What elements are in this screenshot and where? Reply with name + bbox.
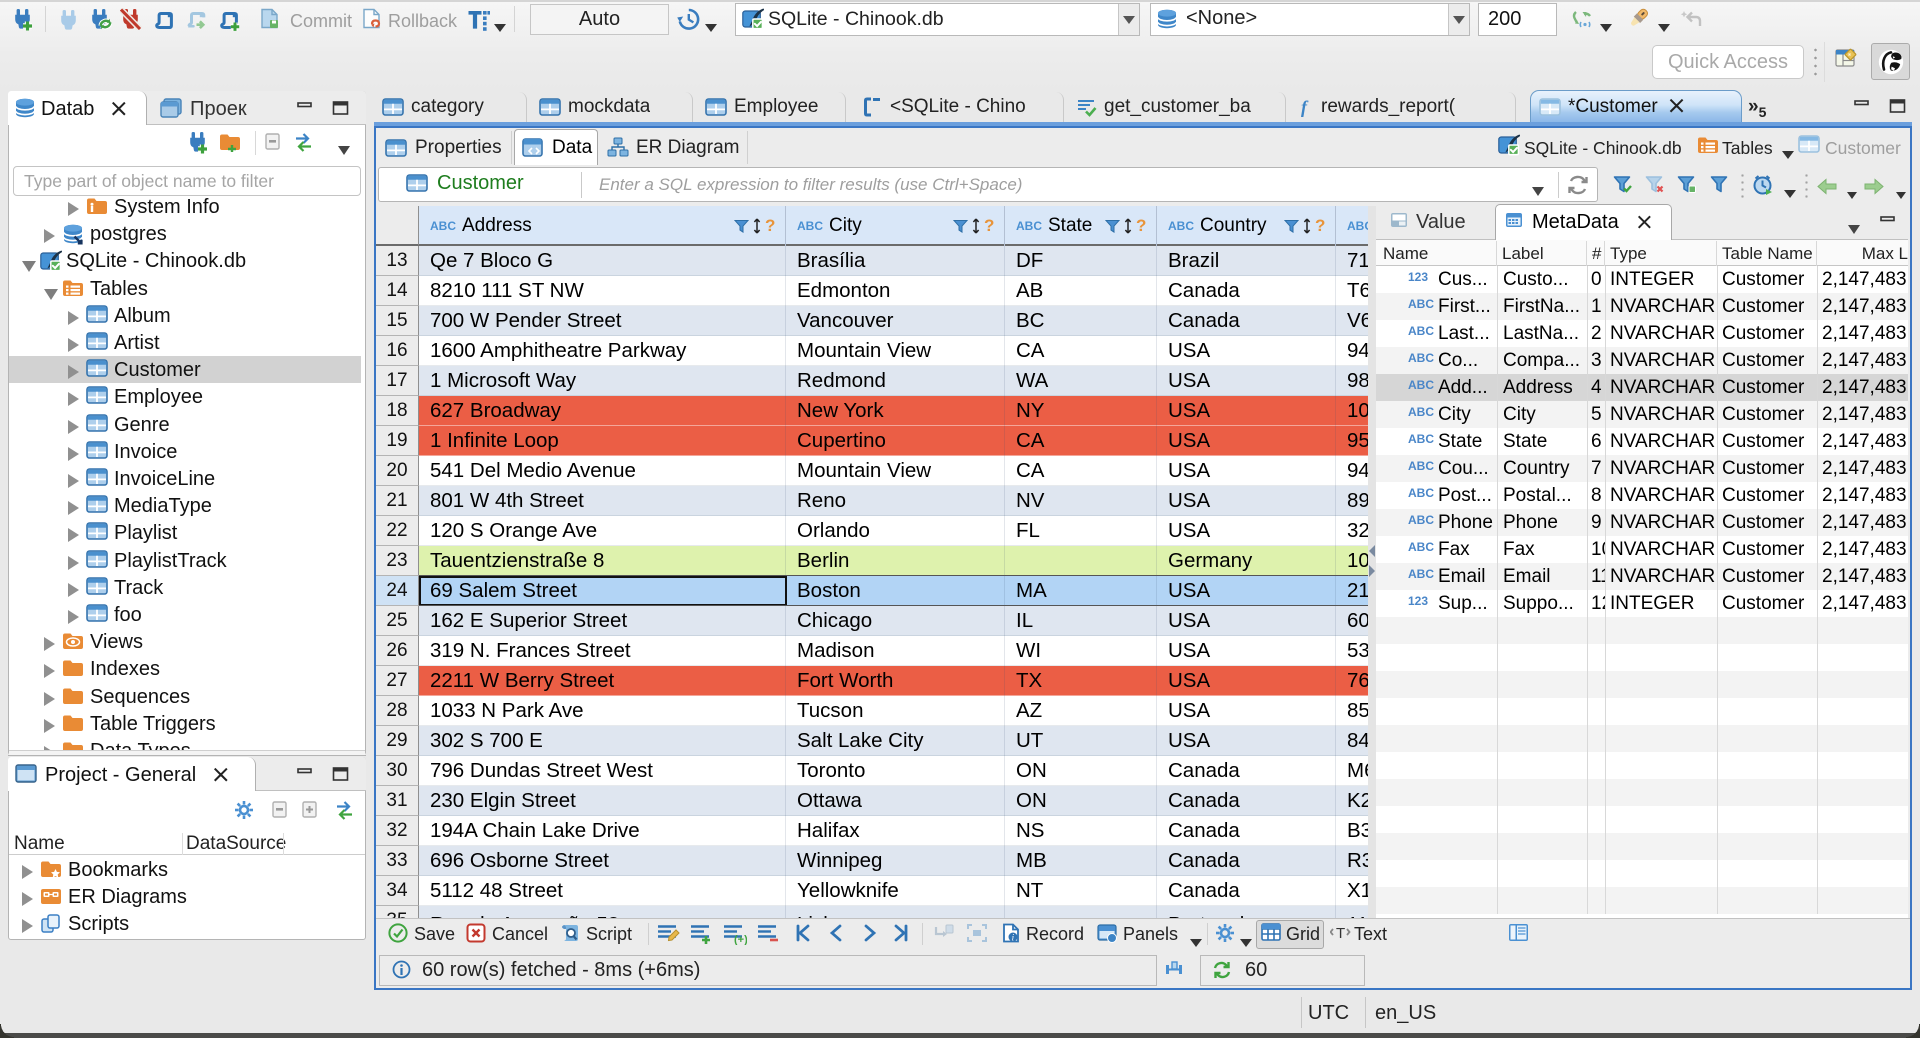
svg-text:T: T: [1336, 925, 1345, 942]
svg-text:f: f: [1301, 97, 1309, 117]
svg-text:(+): (+): [734, 934, 747, 945]
